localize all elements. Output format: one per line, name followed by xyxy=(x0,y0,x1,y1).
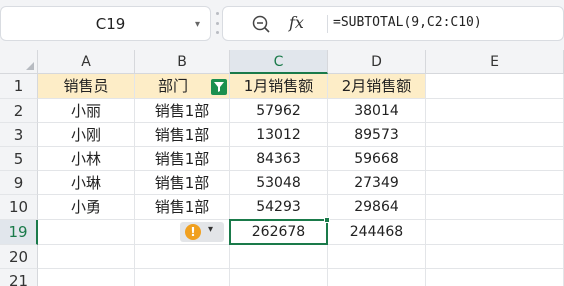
cell[interactable]: 销售1部 xyxy=(135,99,230,123)
cell[interactable] xyxy=(38,269,135,286)
function-icon[interactable]: fx xyxy=(289,13,304,32)
cell[interactable] xyxy=(38,245,135,269)
row-header-2[interactable]: 2 xyxy=(0,99,38,123)
row-header-21[interactable]: 21 xyxy=(0,269,38,286)
cell[interactable]: 小刚 xyxy=(38,123,135,147)
row-header-9[interactable]: 9 xyxy=(0,171,38,195)
warning-icon[interactable]: ! xyxy=(185,224,201,240)
cell[interactable]: 销售1部 xyxy=(135,171,230,195)
cell[interactable]: 244468 xyxy=(328,220,426,245)
cell[interactable]: 29864 xyxy=(328,195,426,220)
cell[interactable]: 小勇 xyxy=(38,195,135,220)
column-header-a[interactable]: A xyxy=(38,50,135,74)
row-header-20[interactable]: 20 xyxy=(0,245,38,269)
column-header-e[interactable]: E xyxy=(426,50,564,74)
header-cell[interactable]: 1月销售额 xyxy=(230,74,328,99)
cell[interactable]: 小林 xyxy=(38,147,135,171)
spreadsheet-grid[interactable]: A B C D E 1 2 3 5 9 10 19 20 21 销售员 部门 1月销售额 2月销售额 小丽 销售1部 5… xyxy=(0,50,564,286)
cell[interactable] xyxy=(230,245,328,269)
row-header-5[interactable]: 5 xyxy=(0,147,38,171)
select-all-button[interactable] xyxy=(0,50,38,74)
cell[interactable] xyxy=(426,123,564,147)
cell[interactable] xyxy=(38,220,135,245)
cell[interactable]: 57962 xyxy=(230,99,328,123)
cell[interactable]: 销售1部 xyxy=(135,195,230,220)
chevron-down-icon[interactable]: ▾ xyxy=(195,19,200,30)
name-box[interactable]: C19 ▾ xyxy=(0,6,211,41)
row-header-10[interactable]: 10 xyxy=(0,195,38,220)
resize-grip-icon[interactable] xyxy=(216,12,220,34)
cell[interactable]: 13012 xyxy=(230,123,328,147)
formula-bar[interactable]: fx =SUBTOTAL(9,C2:C10) xyxy=(222,6,564,41)
cell[interactable] xyxy=(426,99,564,123)
formula-input[interactable]: =SUBTOTAL(9,C2:C10) xyxy=(333,15,482,30)
header-cell[interactable]: 2月销售额 xyxy=(328,74,426,99)
zoom-icon[interactable] xyxy=(251,14,271,34)
cell[interactable] xyxy=(426,74,564,99)
cell[interactable]: 89573 xyxy=(328,123,426,147)
cell[interactable] xyxy=(426,269,564,286)
cell[interactable] xyxy=(135,269,230,286)
cell-reference: C19 xyxy=(95,14,126,33)
column-header-b[interactable]: B xyxy=(135,50,230,74)
cell[interactable] xyxy=(426,245,564,269)
chevron-down-icon[interactable]: ▾ xyxy=(208,224,213,235)
selected-cell-border xyxy=(229,217,330,245)
cell[interactable]: 27349 xyxy=(328,171,426,195)
cell[interactable]: 销售1部 xyxy=(135,147,230,171)
cell[interactable]: 销售1部 xyxy=(135,123,230,147)
error-smart-tag[interactable]: ! ▾ xyxy=(180,222,224,242)
cell[interactable] xyxy=(328,245,426,269)
column-header-c[interactable]: C xyxy=(230,50,328,74)
cell[interactable]: 84363 xyxy=(230,147,328,171)
header-cell[interactable]: 销售员 xyxy=(38,74,135,99)
cell[interactable] xyxy=(426,171,564,195)
cell[interactable] xyxy=(328,269,426,286)
cell[interactable] xyxy=(426,147,564,171)
cell[interactable]: 小琳 xyxy=(38,171,135,195)
row-header-1[interactable]: 1 xyxy=(0,74,38,99)
column-header-d[interactable]: D xyxy=(328,50,426,74)
row-header-19[interactable]: 19 xyxy=(0,220,38,245)
row-header-3[interactable]: 3 xyxy=(0,123,38,147)
cell[interactable]: 38014 xyxy=(328,99,426,123)
cell[interactable]: 59668 xyxy=(328,147,426,171)
cell[interactable] xyxy=(426,195,564,220)
cell[interactable] xyxy=(230,269,328,286)
cell[interactable]: 小丽 xyxy=(38,99,135,123)
fill-handle[interactable] xyxy=(324,217,330,223)
cell[interactable] xyxy=(135,245,230,269)
filter-icon[interactable] xyxy=(211,79,227,95)
cell[interactable]: 53048 xyxy=(230,171,328,195)
cell[interactable] xyxy=(426,220,564,245)
cell[interactable]: 54293 xyxy=(230,195,328,220)
divider xyxy=(327,15,328,33)
